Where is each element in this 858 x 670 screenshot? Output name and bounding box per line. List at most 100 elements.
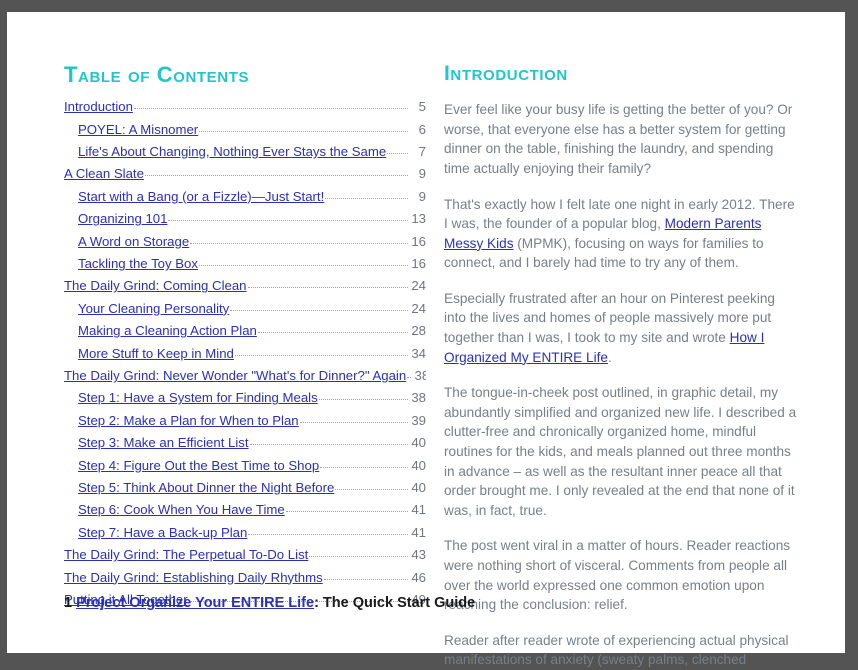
introduction-body: Ever feel like your busy life is getting… — [444, 100, 799, 670]
toc-entry-page-number: 38 — [414, 367, 426, 383]
toc-entry-page-number: 16 — [411, 256, 426, 272]
toc-entry-page-number: 13 — [411, 211, 426, 227]
toc-entry-page-number: 40 — [411, 435, 426, 451]
toc-entry[interactable]: Making a Cleaning Action Plan 28 — [64, 323, 426, 345]
toc-entry-page-number: 40 — [411, 457, 426, 473]
paragraph-text: The post went viral in a matter of hours… — [444, 538, 791, 613]
toc-leader-dots — [323, 578, 408, 580]
toc-leader-dots — [247, 286, 408, 289]
toc-leader-dots — [190, 242, 408, 244]
toc-leader-dots — [133, 107, 408, 110]
toc-entry[interactable]: Tackling the Toy Box 16 — [64, 256, 426, 278]
toc-entry-page-number: 24 — [411, 278, 426, 294]
toc-entry-title[interactable]: Step 6: Cook When You Have Time — [78, 502, 285, 517]
introduction-paragraph: Ever feel like your busy life is getting… — [444, 100, 799, 178]
toc-entry[interactable]: The Daily Grind: Establishing Daily Rhyt… — [64, 570, 426, 592]
toc-entry[interactable]: Your Cleaning Personality 24 — [64, 301, 426, 323]
toc-entry-title[interactable]: Start with a Bang (or a Fizzle)—Just Sta… — [78, 189, 324, 204]
toc-entry-title[interactable]: The Daily Grind: Coming Clean — [64, 278, 247, 293]
introduction-heading: Introduction — [444, 62, 568, 85]
introduction-paragraph: Reader after reader wrote of experiencin… — [444, 631, 799, 670]
toc-entry[interactable]: Start with a Bang (or a Fizzle)—Just Sta… — [64, 189, 426, 211]
toc-entry-title[interactable]: Step 1: Have a System for Finding Meals — [78, 390, 318, 405]
toc-leader-dots — [318, 398, 408, 401]
toc-entry[interactable]: POYEL: A Misnomer 6 — [64, 122, 426, 144]
toc-entry-title[interactable]: The Daily Grind: Establishing Daily Rhyt… — [64, 570, 323, 585]
toc-entry[interactable]: Step 4: Figure Out the Best Time to Shop… — [64, 458, 426, 480]
toc-leader-dots — [407, 376, 412, 378]
toc-entry[interactable]: Organizing 101 13 — [64, 211, 426, 233]
paragraph-text: Reader after reader wrote of experiencin… — [444, 632, 789, 668]
toc-entry-title[interactable]: Tackling the Toy Box — [78, 256, 198, 271]
toc-entry[interactable]: The Daily Grind: The Perpetual To-Do Lis… — [64, 547, 426, 569]
toc-entry-page-number: 9 — [418, 188, 426, 204]
toc-entry-title[interactable]: More Stuff to Keep in Mind — [78, 346, 234, 361]
toc-entry-title[interactable]: A Clean Slate — [64, 166, 144, 181]
toc-entry-page-number: 9 — [418, 166, 426, 182]
table-of-contents-column: Table of Contents Introduction 5 POYEL: A … — [64, 62, 426, 614]
introduction-paragraph: The tongue-in-cheek post outlined, in gr… — [444, 383, 799, 520]
toc-entry[interactable]: Step 5: Think About Dinner the Night Bef… — [64, 480, 426, 502]
toc-leader-dots — [335, 488, 408, 490]
document-page: Table of Contents Introduction 5 POYEL: A … — [7, 12, 845, 667]
toc-leader-dots — [198, 264, 408, 267]
footer-page-number: 1 — [64, 595, 73, 611]
toc-entry-title[interactable]: Step 7: Have a Back-up Plan — [78, 525, 247, 540]
toc-entry-page-number: 6 — [418, 121, 426, 137]
toc-entry-page-number: 40 — [411, 479, 426, 495]
toc-entry-title[interactable]: A Word on Storage — [78, 234, 189, 249]
toc-entry-title[interactable]: Step 3: Make an Efficient List — [78, 435, 249, 450]
toc-entry[interactable]: The Daily Grind: Never Wonder "What's fo… — [64, 368, 426, 390]
toc-entry-page-number: 5 — [418, 99, 426, 115]
toc-entry-title[interactable]: Organizing 101 — [78, 211, 167, 226]
toc-leader-dots — [309, 555, 408, 558]
toc-leader-dots — [248, 533, 408, 535]
toc-entry-page-number: 28 — [411, 323, 426, 339]
toc-entry-title[interactable]: Life's About Changing, Nothing Ever Stay… — [78, 144, 386, 159]
footer-title-link[interactable]: Project Organize Your ENTIRE Life — [76, 595, 314, 611]
toc-entry[interactable]: The Daily Grind: Coming Clean 24 — [64, 278, 426, 300]
toc-leader-dots — [299, 421, 408, 423]
toc-entry-title[interactable]: Step 2: Make a Plan for When to Plan — [78, 413, 299, 428]
paragraph-text: Ever feel like your busy life is getting… — [444, 102, 793, 176]
toc-leader-dots — [257, 331, 408, 334]
toc-entry-page-number: 46 — [411, 569, 426, 585]
toc-entry-page-number: 41 — [411, 502, 426, 518]
table-of-contents-heading: Table of Contents — [64, 62, 250, 87]
toc-entry-page-number: 34 — [411, 345, 426, 361]
toc-entry-page-number: 41 — [411, 524, 426, 540]
toc-entry-title[interactable]: Introduction — [64, 99, 133, 114]
toc-entry[interactable]: Step 2: Make a Plan for When to Plan 39 — [64, 413, 426, 435]
toc-entry-page-number: 39 — [411, 412, 426, 428]
toc-entry-page-number: 38 — [411, 390, 426, 406]
toc-entry[interactable]: Step 6: Cook When You Have Time 41 — [64, 502, 426, 524]
toc-entry[interactable]: A Clean Slate 9 — [64, 166, 426, 188]
introduction-paragraph: That's exactly how I felt late one night… — [444, 195, 799, 273]
toc-entry-title[interactable]: Making a Cleaning Action Plan — [78, 323, 257, 338]
toc-entry-title[interactable]: The Daily Grind: Never Wonder "What's fo… — [64, 368, 406, 383]
toc-entry-title[interactable]: Step 4: Figure Out the Best Time to Shop — [78, 458, 319, 473]
toc-entry-title[interactable]: Step 5: Think About Dinner the Night Bef… — [78, 480, 334, 495]
toc-entry-title[interactable]: Your Cleaning Personality — [78, 301, 229, 316]
toc-entry[interactable]: Step 7: Have a Back-up Plan 41 — [64, 525, 426, 547]
page-footer: 1 Project Organize Your ENTIRE Life: The… — [64, 595, 475, 611]
two-column-layout: Table of Contents Introduction 5 POYEL: A … — [7, 12, 845, 667]
introduction-paragraph: The post went viral in a matter of hours… — [444, 536, 799, 614]
toc-leader-dots — [234, 354, 408, 356]
toc-entry[interactable]: More Stuff to Keep in Mind 34 — [64, 346, 426, 368]
toc-entry[interactable]: A Word on Storage 16 — [64, 234, 426, 256]
toc-entry-title[interactable]: The Daily Grind: The Perpetual To-Do Lis… — [64, 547, 308, 562]
paragraph-text: . — [607, 349, 612, 365]
toc-leader-dots — [144, 174, 408, 177]
toc-entry[interactable]: Introduction 5 — [64, 99, 426, 121]
table-of-contents-list: Introduction 5 POYEL: A Misnomer 6 Life's Ab… — [64, 99, 426, 614]
toc-entry[interactable]: Step 1: Have a System for Finding Meals 3… — [64, 390, 426, 412]
toc-entry[interactable]: Life's About Changing, Nothing Ever Stay… — [64, 144, 426, 166]
toc-leader-dots — [387, 152, 408, 155]
toc-entry[interactable]: Step 3: Make an Efficient List 40 — [64, 435, 426, 457]
toc-entry-title[interactable]: POYEL: A Misnomer — [78, 122, 198, 137]
toc-entry-page-number: 16 — [411, 233, 426, 249]
toc-leader-dots — [199, 130, 408, 132]
toc-entry-page-number: 43 — [411, 547, 426, 563]
toc-leader-dots — [168, 219, 408, 222]
